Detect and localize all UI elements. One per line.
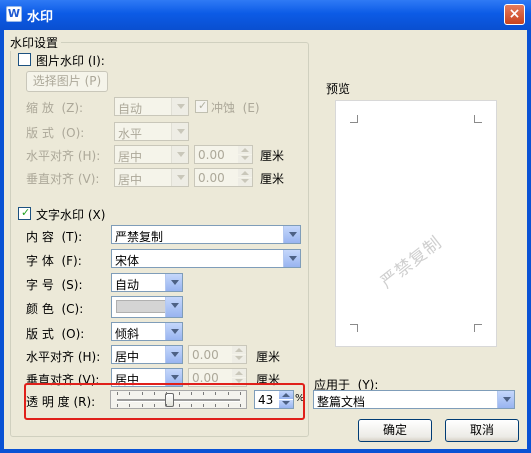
color-swatch [116, 300, 166, 313]
text-watermark-label: 文字水印 (X) [36, 208, 106, 222]
washout-label: 冲蚀 (E) [211, 101, 260, 115]
text-color-label: 颜 色 (C): [26, 302, 84, 316]
text-halign-unit: 厘米 [256, 350, 281, 364]
picture-layout-select[interactable]: 水平 [114, 122, 189, 141]
wps-app-icon: W [6, 6, 22, 22]
transparency-highlight [24, 383, 305, 420]
picture-zoom-label: 缩 放 (Z): [26, 101, 84, 115]
text-content-label: 内 容 (T): [26, 230, 83, 244]
text-font-select[interactable]: 宋体 [111, 249, 301, 268]
picture-halign-unit: 厘米 [260, 149, 285, 163]
chevron-down-icon [165, 274, 182, 291]
picture-valign-unit: 厘米 [260, 172, 285, 186]
margin-corner [350, 115, 358, 123]
close-button[interactable]: × [504, 4, 525, 25]
picture-watermark-checkbox[interactable] [18, 53, 31, 66]
cancel-button[interactable]: 取消 [445, 419, 519, 442]
chevron-down-icon [283, 226, 300, 243]
text-size-select[interactable]: 自动 [111, 273, 183, 292]
chevron-down-icon [165, 297, 182, 317]
spin-up-icon[interactable] [238, 146, 252, 154]
text-font-label: 字 体 (F): [26, 254, 82, 268]
spin-down-icon[interactable] [232, 355, 246, 363]
picture-zoom-select[interactable]: 自动 [114, 97, 189, 116]
chevron-down-icon [171, 98, 188, 115]
text-layout-label: 版 式 (O): [26, 327, 85, 341]
picture-valign-select[interactable]: 居中 [114, 168, 189, 187]
text-halign-offset[interactable]: 0.00 [188, 345, 247, 364]
chevron-down-icon [497, 391, 514, 408]
chevron-down-icon [165, 346, 182, 363]
text-halign-label: 水平对齐 (H): [26, 350, 101, 364]
title-bar[interactable]: W 水印 × [0, 0, 531, 30]
spin-up-icon[interactable] [232, 346, 246, 354]
preview-watermark-text: 严禁复制 [377, 232, 447, 293]
picture-halign-offset[interactable]: 0.00 [194, 145, 253, 164]
margin-corner [350, 324, 358, 332]
check-icon: ✓ [21, 206, 31, 219]
text-color-select[interactable] [111, 296, 183, 318]
washout-checkbox[interactable]: ✓ [195, 99, 208, 113]
chevron-down-icon [165, 323, 182, 340]
select-picture-button[interactable]: 选择图片 (P) [26, 71, 108, 92]
chevron-down-icon [171, 169, 188, 186]
text-content-select[interactable]: 严禁复制 [111, 225, 301, 244]
check-icon: ✓ [198, 99, 208, 112]
chevron-down-icon [283, 250, 300, 267]
margin-corner [474, 115, 482, 123]
picture-valign-offset[interactable]: 0.00 [194, 168, 253, 187]
preview-page: 严禁复制 [335, 100, 497, 347]
text-halign-select[interactable]: 居中 [111, 345, 183, 364]
watermark-dialog: W 水印 × 水印设置 图片水印 (I): 选择图片 (P) 缩 放 (Z): … [0, 0, 531, 453]
spin-down-icon[interactable] [238, 178, 252, 186]
spin-down-icon[interactable] [238, 155, 252, 163]
spin-up-icon[interactable] [232, 369, 246, 377]
chevron-down-icon [171, 123, 188, 140]
picture-halign-select[interactable]: 居中 [114, 145, 189, 164]
picture-valign-label: 垂直对齐 (V): [26, 172, 100, 186]
text-layout-select[interactable]: 倾斜 [111, 322, 183, 341]
dialog-title: 水印 [27, 10, 54, 25]
settings-group-title: 水印设置 [10, 34, 62, 51]
picture-layout-label: 版 式 (O): [26, 126, 85, 140]
picture-watermark-label: 图片水印 (I): [36, 54, 105, 68]
text-watermark-checkbox[interactable]: ✓ [18, 206, 31, 220]
picture-halign-label: 水平对齐 (H): [26, 149, 101, 163]
apply-to-select[interactable]: 整篇文档 [313, 390, 515, 409]
chevron-down-icon [171, 146, 188, 163]
text-size-label: 字 号 (S): [26, 278, 83, 292]
spin-up-icon[interactable] [238, 169, 252, 177]
dialog-body: 水印设置 图片水印 (I): 选择图片 (P) 缩 放 (Z): 自动 ✓ 冲蚀… [4, 30, 527, 449]
ok-button[interactable]: 确定 [358, 419, 432, 442]
margin-corner [474, 324, 482, 332]
